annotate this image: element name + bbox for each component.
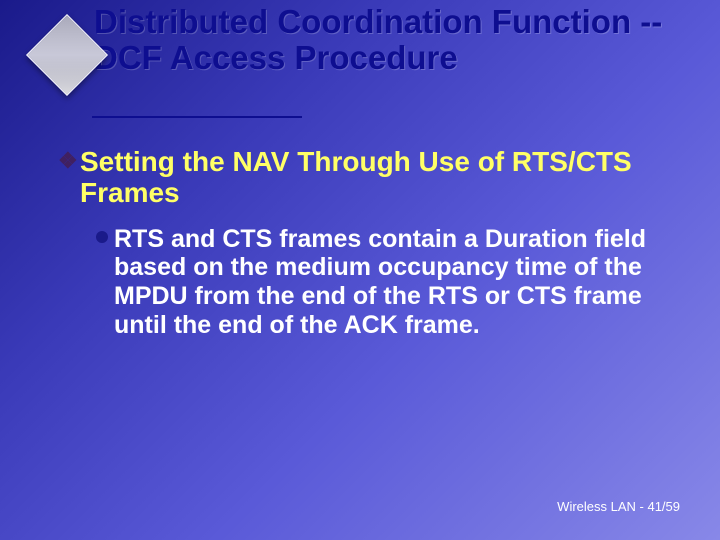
bullet-level-1: ❖ Setting the NAV Through Use of RTS/CTS… [58,146,670,209]
bullet-level-2: RTS and CTS frames contain a Duration fi… [96,225,670,340]
title-underline [92,116,302,118]
slide-title: Distributed Coordination Function -- DCF… [94,4,700,75]
bullet-level-2-text: RTS and CTS frames contain a Duration fi… [114,225,646,339]
bullet-level-1-text: Setting the NAV Through Use of RTS/CTS F… [80,146,632,208]
slide-footer: Wireless LAN - 41/59 [557,499,680,514]
title-row: Distributed Coordination Function -- DCF… [38,4,700,84]
diamond-bullet-icon: ❖ [58,149,78,174]
slide: Distributed Coordination Function -- DCF… [0,0,720,540]
slide-content: ❖ Setting the NAV Through Use of RTS/CTS… [58,146,670,340]
disc-bullet-icon [96,231,108,243]
